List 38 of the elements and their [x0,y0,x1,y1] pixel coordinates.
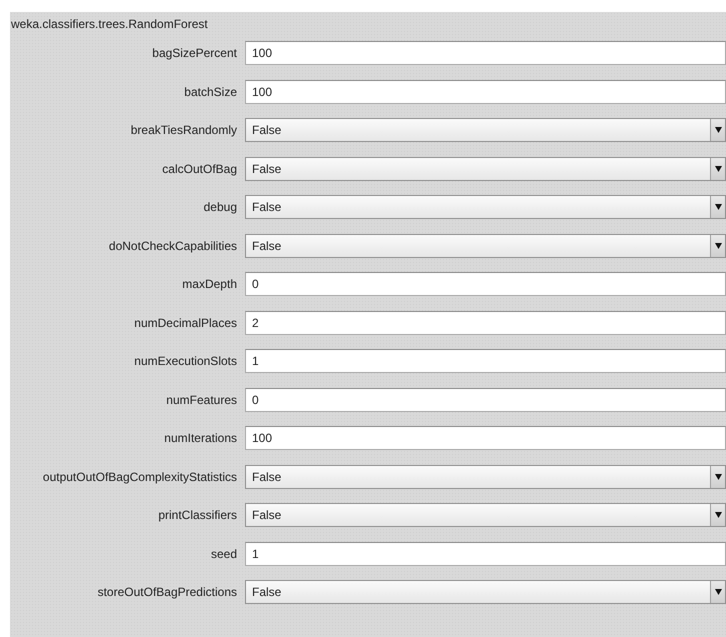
dropdown[interactable]: False [245,118,726,142]
property-label: batchSize [184,84,237,98]
caret-icon [714,166,722,172]
property-label: numIterations [164,431,237,445]
input-field[interactable]: 2 [245,310,726,334]
property-label: maxDepth [182,277,237,291]
property-label: breakTiesRandomly [130,123,237,137]
caret-icon [714,474,722,480]
input-field[interactable]: 1 [245,349,726,373]
property-label: outputOutOfBagComplexityStatistics [42,470,237,484]
caret-icon [714,242,722,248]
property-label: numDecimalPlaces [134,316,237,330]
property-label: doNotCheckCapabilities [108,238,237,252]
caret-icon [714,589,722,595]
property-label: seed [210,546,237,560]
input-field[interactable]: 1 [245,542,726,566]
property-label: calcOutOfBag [162,162,237,176]
property-label: debug [204,200,237,214]
dropdown[interactable]: False [245,464,726,488]
property-label: bagSizePercent [152,46,237,60]
input-field[interactable]: 0 [245,272,726,296]
input-field[interactable]: 100 [245,41,726,65]
dropdown[interactable]: False [245,234,726,258]
input-field[interactable]: 100 [245,426,726,450]
caret-icon [714,512,722,518]
class-name-label: weka.classifiers.trees.RandomForest [10,16,209,33]
property-label: storeOutOfBagPredictions [98,585,237,599]
input-field[interactable]: 0 [245,388,726,412]
caret-icon [714,204,722,210]
property-label: printClassifiers [158,508,237,522]
property-label: numExecutionSlots [134,354,237,368]
dropdown[interactable]: False [245,195,726,219]
dropdown[interactable]: False [245,580,726,604]
caret-icon [714,127,722,133]
dropdown[interactable]: False [245,156,726,180]
dropdown[interactable]: False [245,503,726,527]
property-label: numFeatures [166,392,237,406]
input-field[interactable]: 100 [245,80,726,104]
